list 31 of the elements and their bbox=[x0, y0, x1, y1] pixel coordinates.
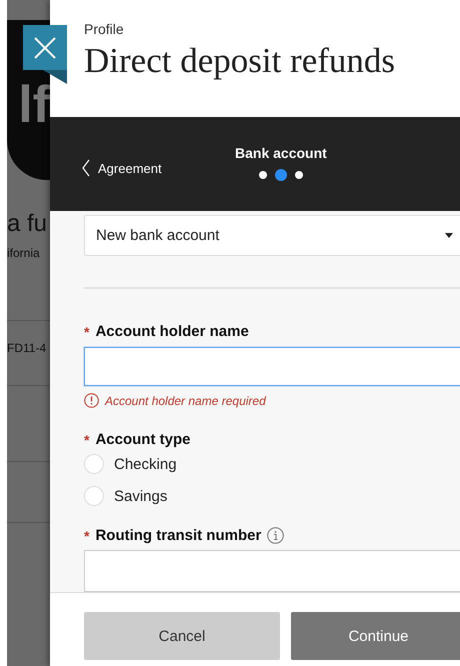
fold-icon bbox=[43, 70, 67, 84]
continue-button[interactable]: Continue bbox=[291, 612, 460, 660]
page-title: Direct deposit refunds bbox=[84, 41, 396, 81]
field-label: Routing transit number bbox=[95, 527, 262, 544]
required-asterisk: * bbox=[84, 432, 90, 448]
cancel-button[interactable]: Cancel bbox=[84, 612, 280, 660]
close-icon bbox=[33, 36, 57, 60]
radio-option[interactable]: Savings bbox=[84, 486, 460, 506]
chevron-left-icon bbox=[82, 159, 90, 177]
warning-icon bbox=[84, 393, 99, 408]
avatar-initials: lf bbox=[18, 79, 50, 131]
required-asterisk: * bbox=[84, 528, 90, 544]
radio-option[interactable]: Checking bbox=[84, 454, 460, 474]
background-heading: a fu bbox=[7, 210, 48, 238]
back-link[interactable]: Agreement bbox=[82, 159, 162, 177]
background-cell: FD11-4 bbox=[7, 341, 46, 355]
caret-icon bbox=[445, 233, 453, 238]
breadcrumb: Profile bbox=[84, 21, 124, 37]
input-field[interactable] bbox=[84, 550, 460, 592]
account-select[interactable]: New bank account bbox=[84, 215, 460, 256]
radio-button[interactable] bbox=[84, 454, 104, 474]
field-label: Account holder name bbox=[95, 323, 249, 340]
radio-button[interactable] bbox=[84, 486, 104, 506]
background-text: ifornia bbox=[7, 246, 40, 260]
step-title: Bank account bbox=[235, 145, 327, 161]
info-icon[interactable] bbox=[267, 527, 284, 544]
input-field[interactable] bbox=[84, 347, 460, 386]
error-message: Account holder name required bbox=[105, 394, 266, 408]
required-asterisk: * bbox=[84, 324, 90, 340]
close-button[interactable] bbox=[23, 25, 67, 70]
field-label: Account type bbox=[95, 431, 190, 448]
